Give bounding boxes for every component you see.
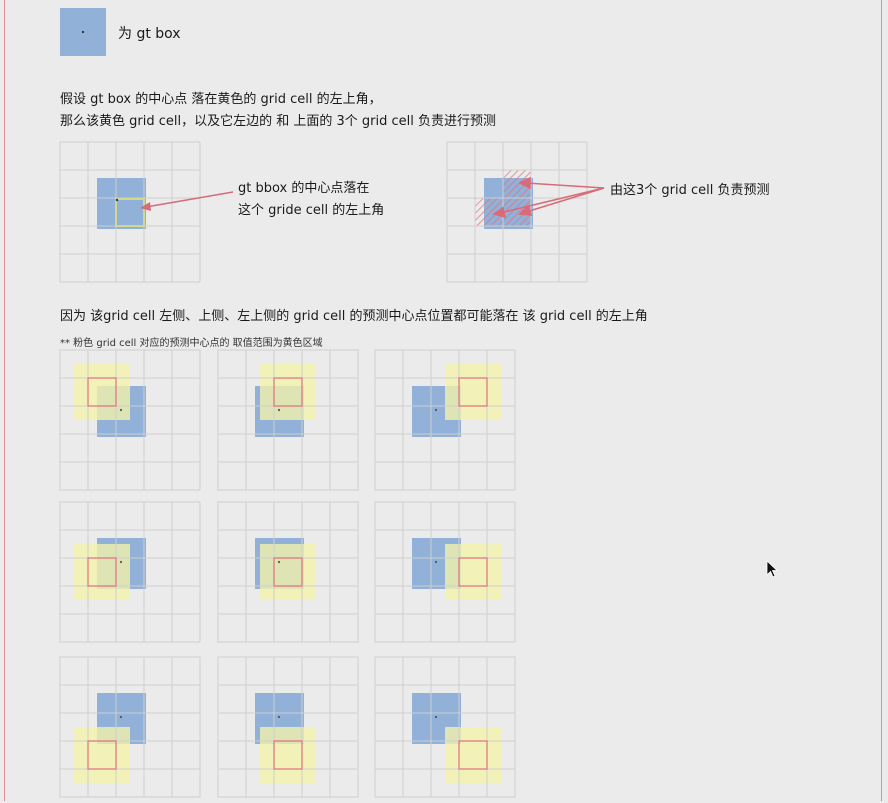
- explanation-text: 因为 该grid cell 左侧、上侧、左上侧的 grid cell 的预测中心…: [60, 309, 648, 324]
- prediction-range-panel: [217, 501, 359, 643]
- diagram-center-in-cell: [59, 141, 201, 283]
- gt-box-legend-swatch: [60, 8, 106, 56]
- intro-text-line2: 那么该黄色 grid cell，以及它左边的 和 上面的 3个 grid cel…: [60, 114, 496, 129]
- footnote-text: ** 粉色 grid cell 对应的预测中心点的 取值范围为黄色区域: [60, 338, 323, 349]
- callout-three-cells-text: 由这3个 grid cell 负责预测: [610, 183, 770, 198]
- prediction-range-panel: [59, 656, 201, 798]
- prediction-range-panel: [217, 656, 359, 798]
- prediction-range-panel: [59, 349, 201, 491]
- callout-center-line2: 这个 gride cell 的左上角: [238, 203, 385, 218]
- gt-box-legend-label: 为 gt box: [118, 26, 181, 42]
- mouse-cursor-icon: [766, 560, 779, 578]
- diagram-three-cells: [446, 141, 588, 283]
- prediction-range-panel: [374, 501, 516, 643]
- intro-text-line1: 假设 gt box 的中心点 落在黄色的 grid cell 的左上角，: [60, 92, 382, 107]
- callout-center-line1: gt bbox 的中心点落在: [238, 181, 370, 196]
- prediction-range-panel: [59, 501, 201, 643]
- callout-center-text: gt bbox 的中心点落在 这个 gride cell 的左上角: [238, 178, 384, 222]
- prediction-range-panel: [374, 349, 516, 491]
- prediction-range-panel: [217, 349, 359, 491]
- prediction-range-panel: [374, 656, 516, 798]
